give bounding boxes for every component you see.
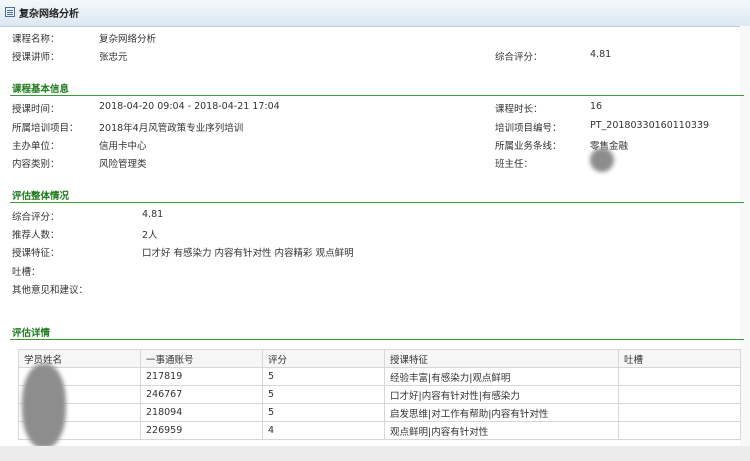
business-line-label: 所属业务条线： — [495, 141, 562, 152]
cell-score: 5 — [262, 403, 385, 422]
redacted-student-names — [22, 364, 66, 448]
eval-score-value: 4.81 — [142, 209, 164, 220]
column-header-features: 授课特征 — [384, 349, 619, 368]
cell-complaint — [618, 385, 741, 404]
bottom-bar — [0, 446, 750, 461]
cell-score: 4 — [262, 421, 385, 440]
project-no-label: 培训项目编号： — [495, 123, 562, 134]
cell-features: 观点鲜明|内容有针对性 — [384, 421, 619, 440]
table-row: 246767 5 口才好|内容有针对性|有感染力 — [18, 385, 741, 404]
time-label: 授课时间： — [12, 104, 60, 115]
complaint-label: 吐槽： — [12, 267, 41, 278]
eval-details-table: 学员姓名 一事通账号 评分 授课特征 吐槽 217819 5 经验丰富|有感染力… — [18, 349, 741, 440]
cell-account: 218094 — [140, 403, 263, 422]
course-name-value: 复杂网络分析 — [99, 34, 157, 45]
overall-score-label: 综合评分： — [495, 52, 543, 63]
time-value: 2018-04-20 09:04 - 2018-04-21 17:04 — [99, 101, 280, 112]
eval-score-label: 综合评分： — [12, 212, 60, 223]
column-header-score: 评分 — [262, 349, 385, 368]
host-label: 主办单位： — [12, 141, 60, 152]
duration-label: 课程时长： — [495, 104, 543, 115]
cell-complaint — [618, 367, 741, 386]
cell-account: 226959 — [140, 421, 263, 440]
cell-account: 246767 — [140, 385, 263, 404]
project-label: 所属培训项目： — [12, 123, 79, 134]
instructor-value: 张忠元 — [99, 52, 128, 63]
table-row: 217819 5 经验丰富|有感染力|观点鲜明 — [18, 367, 741, 386]
cell-complaint — [618, 421, 741, 440]
cell-score: 5 — [262, 385, 385, 404]
section-eval-overview-title: 评估整体情况 — [12, 191, 70, 202]
cell-features: 启发思维|对工作有帮助|内容有针对性 — [384, 403, 619, 422]
duration-value: 16 — [590, 101, 603, 112]
project-value: 2018年4月风管政策专业序列培训 — [99, 123, 244, 134]
other-suggestions-label: 其他意见和建议： — [12, 285, 89, 296]
cell-features: 经验丰富|有感染力|观点鲜明 — [384, 367, 619, 386]
table-icon — [5, 7, 15, 17]
features-value: 口才好 有感染力 内容有针对性 内容精彩 观点鲜明 — [142, 248, 354, 259]
project-no-value: PT_20180330160110339 — [590, 120, 710, 131]
host-value: 信用卡中心 — [99, 141, 147, 152]
section-eval-overview: 评估整体情况 — [10, 188, 744, 203]
section-eval-details: 评估详情 — [10, 325, 744, 340]
category-label: 内容类别： — [12, 159, 60, 170]
window-titlebar: 复杂网络分析 — [0, 0, 750, 27]
table-row: 226959 4 观点鲜明|内容有针对性 — [18, 421, 741, 440]
section-eval-details-title: 评估详情 — [12, 328, 51, 339]
cell-score: 5 — [262, 367, 385, 386]
instructor-label: 授课讲师： — [12, 52, 60, 63]
redacted-head-teacher — [590, 148, 614, 172]
recommend-label: 推荐人数： — [12, 230, 60, 241]
table-header-row: 学员姓名 一事通账号 评分 授课特征 吐槽 — [18, 349, 741, 368]
column-header-account: 一事通账号 — [140, 349, 263, 368]
cell-features: 口才好|内容有针对性|有感染力 — [384, 385, 619, 404]
section-basic-info: 课程基本信息 — [10, 81, 744, 96]
overall-score-value: 4.81 — [590, 49, 612, 60]
cell-account: 217819 — [140, 367, 263, 386]
course-name-label: 课程名称： — [12, 34, 60, 45]
table-row: 218094 5 启发思维|对工作有帮助|内容有针对性 — [18, 403, 741, 422]
section-basic-info-title: 课程基本信息 — [12, 84, 70, 95]
window-title: 复杂网络分析 — [19, 9, 79, 20]
head-teacher-label: 班主任： — [495, 159, 534, 170]
category-value: 风险管理类 — [99, 159, 147, 170]
recommend-value: 2人 — [142, 230, 158, 241]
cell-complaint — [618, 403, 741, 422]
features-label: 授课特征： — [12, 248, 60, 259]
column-header-complaint: 吐槽 — [618, 349, 741, 368]
